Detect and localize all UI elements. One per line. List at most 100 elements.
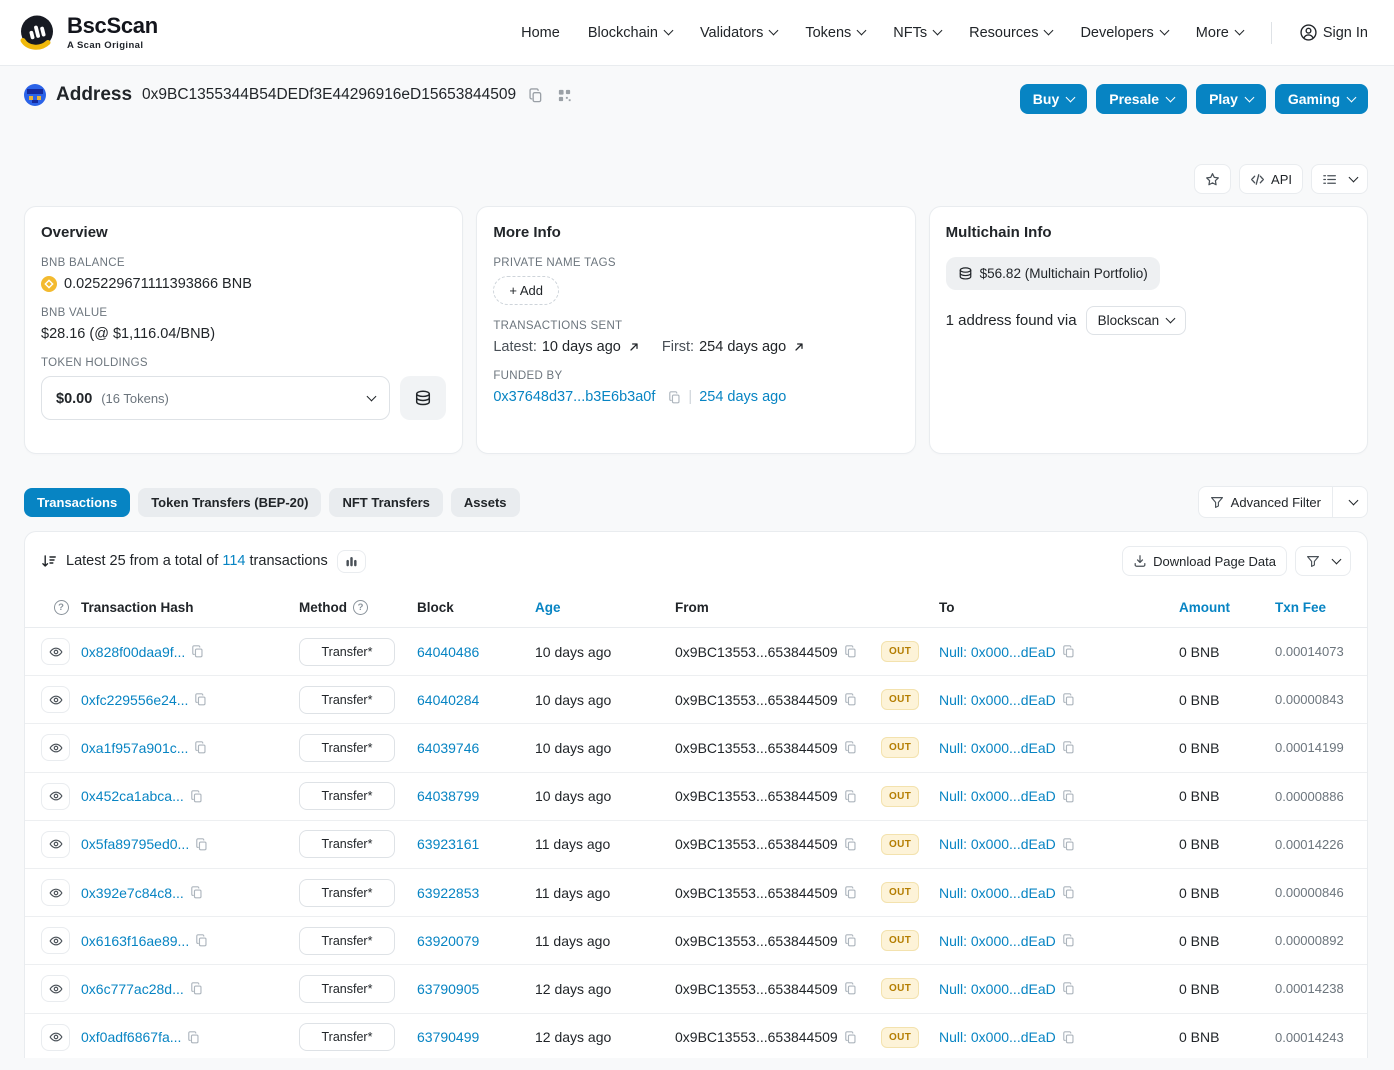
preview-transaction-button[interactable] [41,831,70,858]
nav-item-validators[interactable]: Validators [700,25,777,41]
copy-icon[interactable] [844,741,857,754]
favorite-button[interactable] [1194,164,1231,194]
to-address-link[interactable]: Null: 0x000...dEaD [939,836,1056,852]
chart-view-button[interactable] [337,550,366,573]
transaction-hash-link[interactable]: 0x392e7c84c8... [81,885,184,901]
block-link[interactable]: 64038799 [417,788,479,804]
copy-icon[interactable] [844,693,857,706]
api-button[interactable]: API [1239,164,1303,194]
advanced-filter-caret[interactable] [1332,487,1367,517]
block-link[interactable]: 63790905 [417,981,479,997]
to-address-link[interactable]: Null: 0x000...dEaD [939,933,1056,949]
copy-icon[interactable] [844,982,857,995]
copy-icon[interactable] [1062,693,1075,706]
sign-in-button[interactable]: Sign In [1300,24,1368,41]
copy-icon[interactable] [668,391,681,404]
method-badge[interactable]: Transfer* [299,830,395,858]
nav-item-nfts[interactable]: NFTs [893,25,941,41]
summary-total-link[interactable]: 114 [222,553,245,569]
play-button[interactable]: Play [1196,84,1266,114]
copy-icon[interactable] [187,1031,200,1044]
qr-code-button[interactable] [555,86,574,105]
method-badge[interactable]: Transfer* [299,879,395,907]
nav-item-home[interactable]: Home [521,25,560,41]
transaction-hash-link[interactable]: 0x6c777ac28d... [81,981,184,997]
preview-transaction-button[interactable] [41,686,70,713]
copy-icon[interactable] [844,886,857,899]
block-link[interactable]: 63923161 [417,836,479,852]
token-holdings-wallet-button[interactable] [400,376,446,420]
bscscan-logo[interactable]: BscScan A Scan Original [16,12,158,54]
preview-transaction-button[interactable] [41,927,70,954]
method-badge[interactable]: Transfer* [299,975,395,1003]
nav-item-developers[interactable]: Developers [1080,25,1167,41]
question-circle-icon[interactable] [54,600,69,615]
view-options-button[interactable] [1311,164,1368,194]
nav-item-resources[interactable]: Resources [969,25,1052,41]
to-address-link[interactable]: Null: 0x000...dEaD [939,981,1056,997]
method-badge[interactable]: Transfer* [299,686,395,714]
funded-by-age-link[interactable]: 254 days ago [699,389,786,405]
method-badge[interactable]: Transfer* [299,1023,395,1051]
to-address-link[interactable]: Null: 0x000...dEaD [939,692,1056,708]
tab-nft-transfers[interactable]: NFT Transfers [329,488,442,517]
copy-icon[interactable] [190,982,203,995]
tab-token-transfers[interactable]: Token Transfers (BEP-20) [138,488,321,517]
block-link[interactable]: 64040284 [417,692,479,708]
nav-item-more[interactable]: More [1196,25,1243,41]
funded-by-address-link[interactable]: 0x37648d37...b3E6b3a0f [493,389,655,405]
preview-transaction-button[interactable] [41,975,70,1002]
copy-icon[interactable] [1062,1031,1075,1044]
copy-icon[interactable] [1062,645,1075,658]
to-address-link[interactable]: Null: 0x000...dEaD [939,1029,1056,1045]
copy-icon[interactable] [1062,741,1075,754]
gaming-button[interactable]: Gaming [1275,84,1368,114]
copy-icon[interactable] [190,790,203,803]
header-amount[interactable]: Amount [1171,600,1271,615]
question-circle-icon[interactable] [353,600,368,615]
external-arrow-icon[interactable] [628,341,640,353]
to-address-link[interactable]: Null: 0x000...dEaD [939,644,1056,660]
copy-icon[interactable] [844,1031,857,1044]
transaction-hash-link[interactable]: 0xa1f957a901c... [81,740,188,756]
tab-transactions[interactable]: Transactions [24,488,130,517]
preview-transaction-button[interactable] [41,638,70,665]
token-holdings-dropdown[interactable]: $0.00 (16 Tokens) [41,376,390,420]
tab-assets[interactable]: Assets [451,488,520,517]
to-address-link[interactable]: Null: 0x000...dEaD [939,740,1056,756]
preview-transaction-button[interactable] [41,879,70,906]
copy-icon[interactable] [195,934,208,947]
copy-icon[interactable] [1062,886,1075,899]
copy-icon[interactable] [194,693,207,706]
transaction-hash-link[interactable]: 0x5fa89795ed0... [81,836,189,852]
copy-icon[interactable] [194,741,207,754]
header-age[interactable]: Age [535,600,675,615]
blockscan-source-dropdown[interactable]: Blockscan [1086,306,1187,335]
preview-transaction-button[interactable] [41,734,70,761]
copy-icon[interactable] [191,645,204,658]
transaction-hash-link[interactable]: 0x452ca1abca... [81,788,184,804]
advanced-filter-button[interactable]: Advanced Filter [1199,487,1332,517]
table-filter-button[interactable] [1295,546,1351,576]
copy-icon[interactable] [1062,838,1075,851]
copy-icon[interactable] [1062,934,1075,947]
presale-button[interactable]: Presale [1096,84,1187,114]
method-badge[interactable]: Transfer* [299,638,395,666]
multichain-portfolio-badge[interactable]: $56.82 (Multichain Portfolio) [946,257,1160,290]
to-address-link[interactable]: Null: 0x000...dEaD [939,788,1056,804]
copy-icon[interactable] [195,838,208,851]
preview-transaction-button[interactable] [41,783,70,810]
download-page-data-button[interactable]: Download Page Data [1122,546,1287,576]
method-badge[interactable]: Transfer* [299,734,395,762]
block-link[interactable]: 63790499 [417,1029,479,1045]
copy-icon[interactable] [844,838,857,851]
copy-icon[interactable] [844,934,857,947]
preview-transaction-button[interactable] [41,1024,70,1051]
to-address-link[interactable]: Null: 0x000...dEaD [939,885,1056,901]
nav-item-tokens[interactable]: Tokens [805,25,865,41]
copy-icon[interactable] [844,645,857,658]
block-link[interactable]: 64040486 [417,644,479,660]
add-name-tag-button[interactable]: + Add [493,276,559,305]
method-badge[interactable]: Transfer* [299,927,395,955]
block-link[interactable]: 63920079 [417,933,479,949]
